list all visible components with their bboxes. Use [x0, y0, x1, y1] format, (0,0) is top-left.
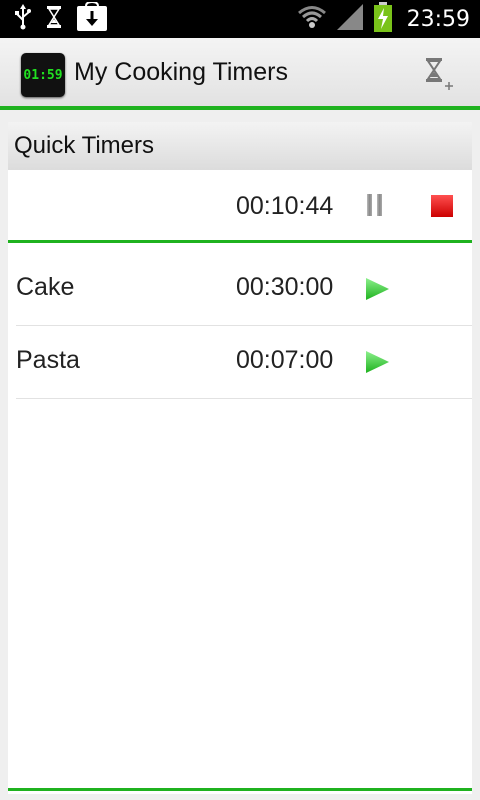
- timers-panel: Quick Timers 00:10:44 Cake 00:30:00 Past…: [8, 122, 472, 794]
- timer-time: 00:30:00: [236, 273, 334, 301]
- status-bar: 23:59: [0, 0, 480, 38]
- add-timer-icon: [426, 58, 453, 90]
- play-button[interactable]: [364, 277, 390, 301]
- play-icon: [366, 351, 389, 373]
- app-icon-clock: 01:59: [23, 67, 63, 83]
- quick-timers-title: Quick Timers: [14, 132, 155, 159]
- running-timer-row: 00:10:44: [8, 170, 472, 240]
- battery-charging-icon: [373, 2, 393, 36]
- signal-icon: [335, 4, 365, 34]
- action-bar: 01:59 My Cooking Timers: [0, 38, 480, 110]
- timer-name: Pasta: [16, 346, 80, 374]
- timer-row-cake[interactable]: Cake 00:30:00: [16, 253, 472, 326]
- status-time: 23:59: [406, 6, 470, 32]
- stop-button[interactable]: [430, 194, 454, 218]
- timer-name: Cake: [16, 273, 75, 301]
- download-icon: [76, 0, 108, 36]
- timer-time: 00:07:00: [236, 346, 334, 374]
- status-system: 23:59: [297, 0, 470, 38]
- quick-timers-divider: [8, 240, 472, 243]
- usb-icon: [14, 4, 32, 34]
- content-area: Quick Timers 00:10:44 Cake 00:30:00 Past…: [0, 110, 480, 800]
- stop-icon: [431, 195, 453, 217]
- app-icon[interactable]: 01:59: [21, 53, 65, 97]
- hourglass-icon: [46, 6, 62, 32]
- bottom-divider: [8, 788, 472, 791]
- pause-icon: [367, 194, 382, 216]
- wifi-icon: [297, 4, 327, 34]
- app-title: My Cooking Timers: [74, 58, 288, 86]
- play-button[interactable]: [364, 350, 390, 374]
- timer-row-pasta[interactable]: Pasta 00:07:00: [16, 326, 472, 399]
- add-timer-button[interactable]: [418, 54, 458, 94]
- status-notifications: [14, 0, 108, 36]
- running-timer-time: 00:10:44: [236, 192, 334, 220]
- pause-button[interactable]: [362, 192, 388, 218]
- play-icon: [366, 278, 389, 300]
- quick-timers-header: Quick Timers: [8, 122, 472, 170]
